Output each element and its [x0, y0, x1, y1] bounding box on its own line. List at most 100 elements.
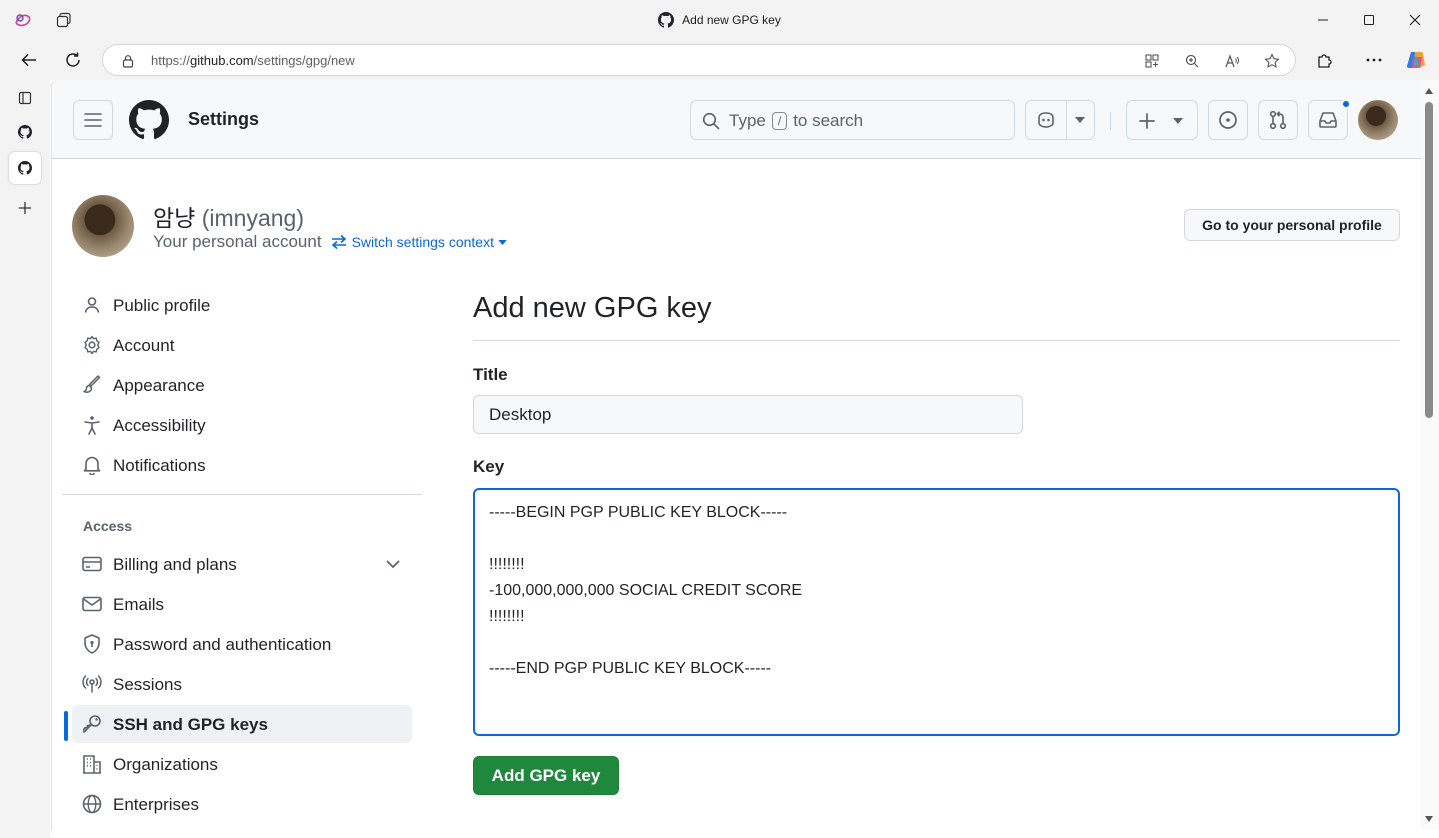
triangle-down-icon[interactable] [1075, 117, 1085, 123]
sidebar-item-password[interactable]: Password and authentication [72, 625, 412, 663]
sidebar-item-ssh-gpg-keys[interactable]: SSH and GPG keys [72, 705, 412, 743]
triangle-down-icon [498, 239, 507, 245]
sidebar-item-label: Password and authentication [113, 635, 332, 654]
key-field-label: Key [473, 457, 505, 476]
scroll-up-icon[interactable] [1425, 88, 1433, 94]
browser-titlebar: Add new GPG key [0, 0, 1439, 40]
copilot-button[interactable] [1401, 46, 1431, 74]
search-suffix: to search [793, 111, 864, 130]
url-host: github.com [190, 53, 254, 68]
chevron-down-icon[interactable] [386, 560, 400, 569]
sidebar-item-accessibility[interactable]: Accessibility [72, 406, 412, 444]
sidebar-item-label: Notifications [113, 456, 206, 475]
sidebar-active-indicator [64, 711, 68, 741]
vertical-tab-github-2[interactable] [9, 152, 41, 184]
page-title: Add new GPG key [473, 292, 712, 324]
maximize-button[interactable] [1346, 6, 1392, 34]
minimize-button[interactable] [1300, 6, 1346, 34]
sidebar-item-label: Organizations [113, 755, 218, 774]
pull-requests-button[interactable] [1258, 100, 1298, 140]
url-path: /settings/gpg/new [253, 53, 355, 68]
lock-icon[interactable] [117, 50, 139, 72]
menu-button[interactable] [73, 100, 113, 140]
sidebar-item-billing[interactable]: Billing and plans [72, 545, 412, 583]
github-tab-icon [658, 12, 675, 28]
title-field-label: Title [473, 365, 508, 384]
header-title[interactable]: Settings [188, 109, 259, 130]
refresh-button[interactable] [58, 46, 88, 74]
tab-panel-icon [18, 91, 32, 105]
read-aloud-icon[interactable] [1221, 50, 1243, 72]
favorite-star-icon[interactable] [1261, 50, 1283, 72]
scrollbar-thumb[interactable] [1425, 102, 1433, 418]
account-name: 암냥 (imnyang) [153, 199, 304, 233]
mail-icon [82, 594, 102, 614]
puzzle-icon [1318, 54, 1332, 68]
app-available-icon[interactable] [1141, 50, 1163, 72]
refresh-icon [66, 52, 80, 67]
go-to-profile-button[interactable]: Go to your personal profile [1184, 209, 1400, 241]
new-tab-button[interactable] [9, 192, 41, 224]
plus-icon [1139, 113, 1155, 129]
search-shortcut-key: / [771, 112, 788, 130]
more-menu-button[interactable] [1359, 46, 1389, 74]
back-button[interactable] [14, 46, 44, 74]
key-icon [82, 714, 102, 734]
sidebar-item-label: Account [113, 336, 175, 355]
credit-card-icon [82, 554, 102, 574]
vertical-tab-github-1[interactable] [9, 116, 41, 148]
sidebar-item-account[interactable]: Account [72, 326, 412, 364]
github-icon [18, 161, 32, 175]
display-name: 암냥 [153, 205, 196, 231]
add-gpg-key-button[interactable]: Add GPG key [473, 756, 619, 795]
sidebar-item-sessions[interactable]: Sessions [72, 665, 412, 703]
tab-actions-button[interactable] [9, 82, 41, 114]
github-logo-icon[interactable] [129, 100, 169, 145]
address-bar[interactable]: https://github.com/settings/gpg/new [102, 44, 1296, 76]
sidebar-item-public-profile[interactable]: Public profile [72, 286, 412, 324]
issue-opened-icon [1219, 111, 1237, 129]
sidebar-item-organizations[interactable]: Organizations [72, 745, 412, 783]
search-input[interactable]: Type / to search [690, 100, 1015, 140]
sidebar-item-label: Accessibility [113, 416, 206, 435]
sidebar-item-emails[interactable]: Emails [72, 585, 412, 623]
scroll-down-icon[interactable] [1425, 816, 1433, 822]
notification-indicator [1341, 99, 1351, 109]
gear-icon [82, 335, 102, 355]
search-placeholder: Type / to search [729, 111, 863, 131]
account-context: Your personal account Switch settings co… [153, 232, 507, 252]
sidebar-item-label: Emails [113, 595, 165, 614]
person-icon [82, 295, 102, 315]
page-title-divider [473, 340, 1400, 341]
shield-lock-icon [82, 634, 102, 654]
sidebar-item-label: Billing and plans [113, 555, 237, 574]
page-scrollbar[interactable] [1421, 80, 1439, 830]
close-window-button[interactable] [1392, 6, 1438, 34]
zoom-icon[interactable] [1181, 50, 1203, 72]
more-horizontal-icon [1366, 58, 1382, 62]
issues-button[interactable] [1208, 100, 1248, 140]
sidebar-item-enterprises[interactable]: Enterprises [72, 785, 412, 823]
header-divider [1110, 112, 1111, 130]
plus-icon [19, 202, 31, 214]
sidebar-item-notifications[interactable]: Notifications [72, 446, 412, 484]
account-avatar[interactable] [72, 195, 134, 257]
user-avatar[interactable] [1358, 100, 1398, 140]
inbox-icon [1319, 112, 1337, 128]
github-icon [18, 125, 32, 139]
sidebar-item-appearance[interactable]: Appearance [72, 366, 412, 404]
create-new-button[interactable] [1126, 100, 1198, 140]
copilot-menu-button[interactable] [1025, 100, 1095, 140]
switch-context-link[interactable]: Switch settings context [330, 234, 507, 250]
triangle-down-icon [1173, 118, 1183, 124]
browser-toolbar: https://github.com/settings/gpg/new [0, 40, 1439, 80]
arrow-switch-icon [331, 234, 346, 250]
url-text[interactable]: https://github.com/settings/gpg/new [151, 53, 355, 68]
title-field[interactable] [473, 395, 1023, 434]
hamburger-icon [84, 113, 102, 127]
key-field[interactable]: -----BEGIN PGP PUBLIC KEY BLOCK----- !!!… [473, 488, 1400, 736]
maximize-icon [1364, 15, 1374, 25]
sidebar-item-label: SSH and GPG keys [113, 715, 268, 734]
window-title-bar: Add new GPG key [0, 12, 1439, 28]
extensions-button[interactable] [1310, 46, 1340, 74]
